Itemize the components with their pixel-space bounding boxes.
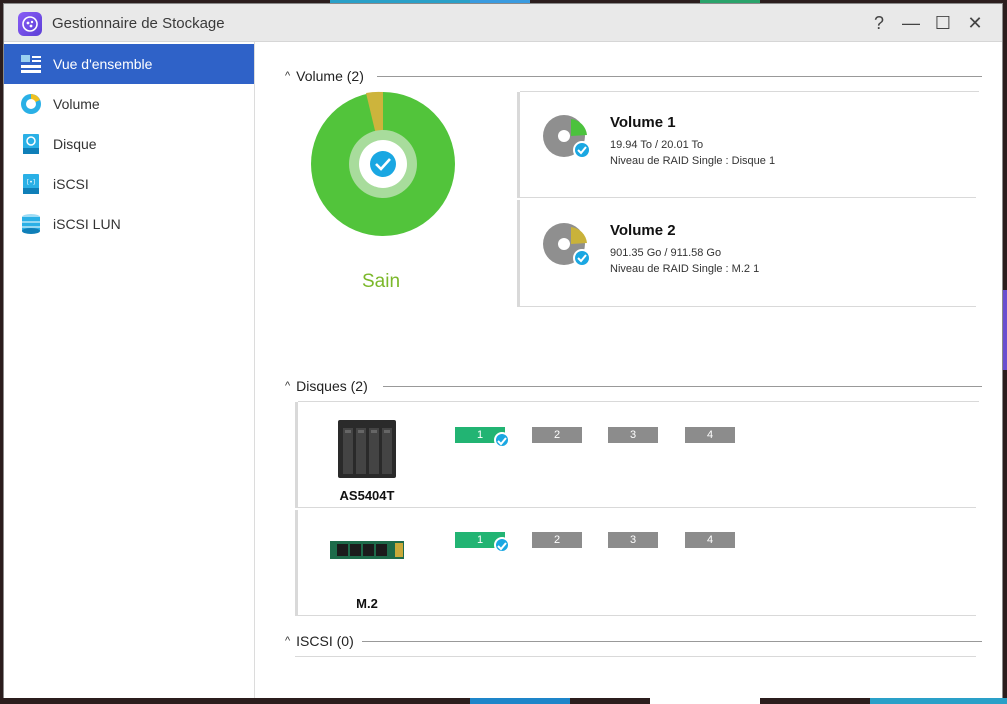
collapse-caret-icon[interactable]: ^ [285,70,290,82]
help-button[interactable]: ? [868,12,890,34]
device-name: M.2 [356,596,378,611]
sidebar-item-label: Disque [53,136,97,152]
volume-raid-level: Niveau de RAID Single : M.2 1 [610,263,760,275]
health-status: Sain [361,271,401,292]
sidebar-item-label: iSCSI [53,176,89,192]
volume-usage: 901.35 Go / 911.58 Go [610,247,722,259]
collapse-caret-icon[interactable]: ^ [285,635,290,647]
iscsi-icon: [•] [23,174,39,194]
sidebar-item-label: Volume [53,96,100,112]
volume-raid-level: Niveau de RAID Single : Disque 1 [610,155,776,167]
main-content: ^ Volume (2) Sain Volume 1 19.94 To / 20… [255,42,1002,698]
sidebar-item-label: Vue d'ensemble [53,56,153,72]
nas-device-icon [338,420,396,478]
volume-section-header[interactable]: ^ Volume (2) [285,66,364,86]
app-logo-icon [18,12,42,36]
sidebar-item-volume[interactable]: Volume [4,84,254,124]
sidebar-item-iscsi[interactable]: [•] iSCSI [4,164,254,204]
close-button[interactable]: ✕ [964,12,986,34]
sidebar-item-iscsi-lun[interactable]: iSCSI LUN [4,204,254,244]
volume-disk-icon [543,223,591,267]
window-title: Gestionnaire de Stockage [52,15,225,32]
sidebar-item-disk[interactable]: Disque [4,124,254,164]
device-name: AS5404T [339,488,395,503]
volume-disk-icon [543,115,591,159]
section-divider [383,386,982,387]
minimize-button[interactable]: — [900,12,922,34]
iscsi-section-header[interactable]: ^ ISCSI (0) [285,631,354,651]
section-divider [362,641,982,642]
device-card[interactable]: AS5404T 1 2 3 4 [295,401,979,508]
section-divider [377,76,982,77]
volume-card[interactable]: Volume 1 19.94 To / 20.01 To Niveau de R… [517,91,979,198]
volume-icon [21,94,41,114]
m2-ssd-icon [330,541,404,559]
disk-bay-4[interactable]: 4 [685,532,735,548]
volume-health-pie [311,91,455,236]
disk-bay-3[interactable]: 3 [608,532,658,548]
section-title: ISCSI (0) [296,633,354,649]
sidebar: Vue d'ensemble Volume Disque [•] iSCSI i… [4,42,255,698]
iscsi-lun-icon [22,214,40,234]
title-bar: Gestionnaire de Stockage ? — ☐ ✕ [4,4,1002,42]
volume-usage: 19.94 To / 20.01 To [610,139,704,151]
disk-bay-4[interactable]: 4 [685,427,735,443]
volume-name: Volume 1 [610,114,676,131]
storage-manager-window: Gestionnaire de Stockage ? — ☐ ✕ Vue d'e… [3,3,1003,698]
maximize-button[interactable]: ☐ [932,12,954,34]
overview-icon [21,55,41,73]
section-title: Volume (2) [296,68,364,84]
section-divider [295,656,976,657]
collapse-caret-icon[interactable]: ^ [285,380,290,392]
svg-text:[•]: [•] [27,179,35,186]
disk-bay-2[interactable]: 2 [532,427,582,443]
disk-bay-2[interactable]: 2 [532,532,582,548]
sidebar-item-overview[interactable]: Vue d'ensemble [4,44,254,84]
volume-card[interactable]: Volume 2 901.35 Go / 911.58 Go Niveau de… [517,200,976,307]
disks-section-header[interactable]: ^ Disques (2) [285,376,368,396]
disk-bay-3[interactable]: 3 [608,427,658,443]
disk-icon [23,134,39,154]
device-card[interactable]: M.2 1 2 3 4 [295,510,976,616]
healthy-check-icon [494,537,510,553]
healthy-check-icon [494,432,510,448]
section-title: Disques (2) [296,378,368,394]
volume-name: Volume 2 [610,222,676,239]
sidebar-item-label: iSCSI LUN [53,216,121,232]
